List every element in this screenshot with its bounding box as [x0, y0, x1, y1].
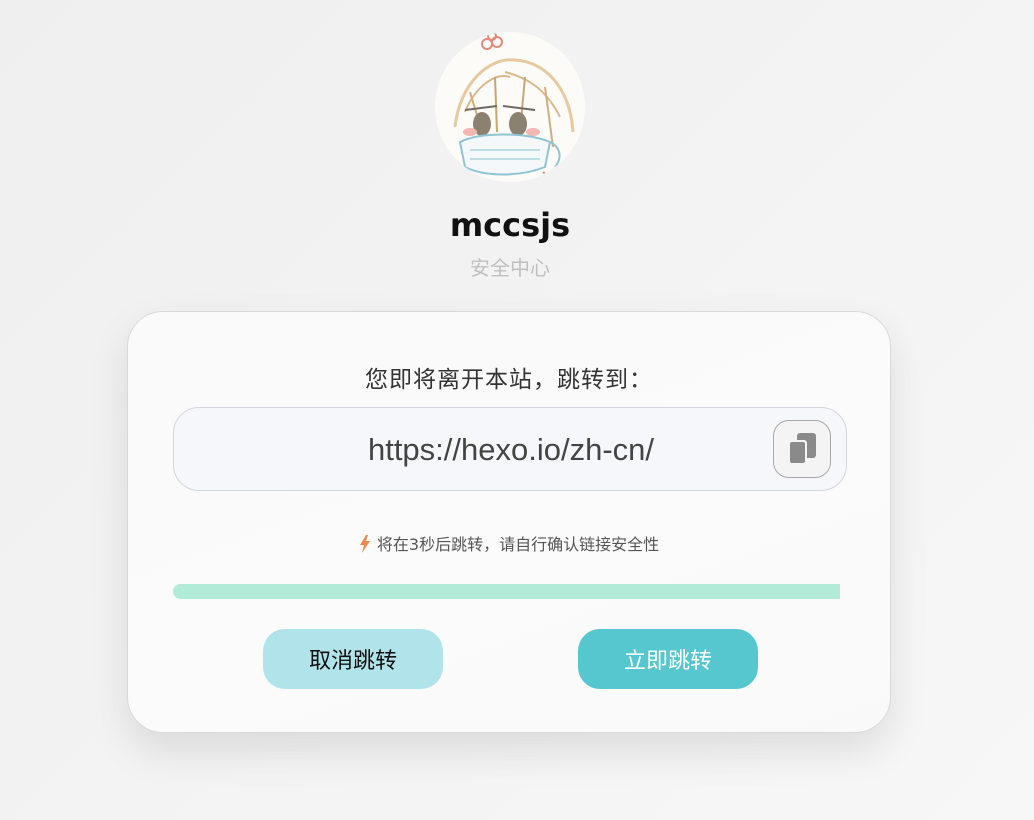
redirect-notice: 将在3秒后跳转，请自行确认链接安全性 [128, 531, 890, 557]
target-url[interactable]: https://hexo.io/zh-cn/ [174, 432, 848, 468]
redirect-card: 您即将离开本站，跳转到： https://hexo.io/zh-cn/ 将在3秒… [127, 311, 891, 733]
go-now-button[interactable]: 立即跳转 [578, 629, 758, 689]
copy-icon [788, 433, 816, 465]
anime-avatar-icon [435, 32, 585, 182]
site-name: mccsjs [449, 206, 571, 244]
notice-text: 将在3秒后跳转，请自行确认链接安全性 [376, 535, 660, 554]
countdown-progress-bar [173, 584, 840, 599]
copy-button[interactable] [773, 420, 831, 478]
lightning-icon [359, 535, 371, 557]
url-box: https://hexo.io/zh-cn/ [173, 407, 847, 491]
site-subtitle: 安全中心 [470, 256, 550, 280]
avatar [435, 32, 585, 182]
cancel-button[interactable]: 取消跳转 [263, 629, 443, 689]
leave-message: 您即将离开本站，跳转到： [365, 367, 653, 393]
